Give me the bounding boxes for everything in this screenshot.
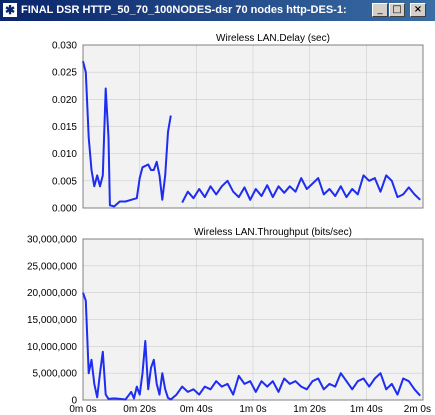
chart2-xtick-label: 0m 0s (69, 404, 96, 415)
chart1-title: Wireless LAN.Delay (sec) (216, 33, 330, 44)
chart2-xtick-label: 1m 0s (239, 404, 266, 415)
chart2-title: Wireless LAN.Throughput (bits/sec) (194, 227, 352, 238)
app-icon[interactable]: ✱ (3, 3, 17, 17)
chart2-ytick-label: 5,000,000 (33, 369, 78, 380)
chart-panel: 0.000 0.005 0.010 0.015 0.020 0.025 0.030 Wirel… (0, 21, 435, 415)
app-window: ✱ FINAL DSR HTTP_50_70_100NODES-dsr 70 n… (0, 0, 435, 415)
window-title: FINAL DSR HTTP_50_70_100NODES-dsr 70 nod… (21, 4, 347, 16)
chart1-ytick-label: 0.000 (52, 204, 77, 215)
chart2-ytick-label: 30,000,000 (27, 235, 77, 246)
chart2-xtick-label: 1m 40s (350, 404, 383, 415)
chart1-ytick-label: 0.030 (52, 41, 77, 52)
chart2-ytick-label: 15,000,000 (27, 315, 77, 326)
maximize-button[interactable]: □ (389, 3, 405, 17)
chart1-ytick-label: 0.010 (52, 149, 77, 160)
chart2-xtick-label: 2m 0s (404, 404, 431, 415)
minimize-button[interactable]: _ (372, 3, 388, 17)
chart2-ytick-label: 25,000,000 (27, 261, 77, 272)
charts-canvas: 0.000 0.005 0.010 0.015 0.020 0.025 0.030 Wirel… (27, 33, 431, 415)
chart2-ytick-label: 10,000,000 (27, 342, 77, 353)
chart2-xtick-label: 1m 20s (293, 404, 326, 415)
close-button[interactable]: × (410, 3, 426, 17)
chart1-ytick-label: 0.025 (52, 68, 77, 79)
chart1-ytick-label: 0.015 (52, 122, 77, 133)
chart1-ytick-label: 0.005 (52, 176, 77, 187)
chart2-xtick-label: 0m 20s (123, 404, 156, 415)
chart1-ytick-label: 0.020 (52, 95, 77, 106)
chart2-xtick-label: 0m 40s (180, 404, 213, 415)
chart2-ytick-label: 20,000,000 (27, 288, 77, 299)
title-bar[interactable]: ✱ FINAL DSR HTTP_50_70_100NODES-dsr 70 n… (0, 0, 435, 21)
